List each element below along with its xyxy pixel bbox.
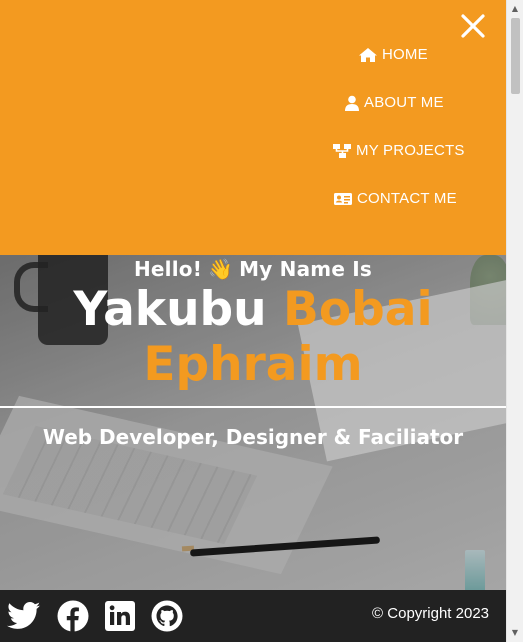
- nav-item-contact[interactable]: CONTACT ME: [333, 190, 457, 207]
- vertical-scrollbar[interactable]: ▲ ▼: [506, 0, 523, 642]
- copyright-text: © Copyright 2023: [372, 605, 489, 622]
- hero-name: Yakubu Bobai Ephraim: [0, 282, 506, 392]
- twitter-icon: [7, 602, 41, 629]
- linkedin-icon: [105, 601, 135, 631]
- user-icon: [344, 95, 360, 111]
- nav-item-label: CONTACT ME: [357, 190, 457, 207]
- greeting-text-after: My Name Is: [239, 257, 373, 281]
- nav-item-label: HOME: [382, 46, 428, 63]
- first-name: Yakubu: [73, 282, 267, 337]
- nav-item-label: ABOUT ME: [364, 94, 444, 111]
- twitter-link[interactable]: [7, 599, 41, 633]
- nav-item-projects[interactable]: MY PROJECTS: [332, 142, 465, 159]
- facebook-link[interactable]: [56, 599, 90, 633]
- nav-menu-panel: HOME ABOUT ME MY PROJECTS CONTACT ME: [0, 0, 506, 255]
- wave-emoji: 👋: [208, 257, 234, 281]
- linkedin-link[interactable]: [103, 599, 137, 633]
- sitemap-icon: [332, 143, 352, 159]
- hero-tagline: Web Developer, Designer & Faciliator: [42, 425, 464, 449]
- github-link[interactable]: [150, 599, 184, 633]
- footer: © Copyright 2023: [0, 590, 506, 642]
- scroll-up-arrow-icon[interactable]: ▲: [507, 1, 523, 17]
- nav-item-home[interactable]: HOME: [358, 46, 428, 63]
- close-menu-button[interactable]: [458, 11, 488, 41]
- middle-name: Bobai: [283, 282, 433, 337]
- id-card-icon: [333, 191, 353, 207]
- home-icon: [358, 47, 378, 63]
- greeting-text: Hello!: [133, 257, 203, 281]
- last-name: Ephraim: [143, 337, 363, 392]
- github-icon: [151, 600, 183, 632]
- scroll-down-arrow-icon[interactable]: ▼: [507, 625, 523, 641]
- hero-greeting: Hello! 👋 My Name Is: [0, 257, 506, 281]
- nav-item-about[interactable]: ABOUT ME: [344, 94, 444, 111]
- close-icon: [461, 14, 485, 38]
- scrollbar-thumb[interactable]: [511, 18, 520, 94]
- nav-item-label: MY PROJECTS: [356, 142, 465, 159]
- facebook-icon: [57, 600, 89, 632]
- hero-divider: [0, 406, 506, 408]
- page-viewport: HOME ABOUT ME MY PROJECTS CONTACT ME Hel…: [0, 0, 523, 642]
